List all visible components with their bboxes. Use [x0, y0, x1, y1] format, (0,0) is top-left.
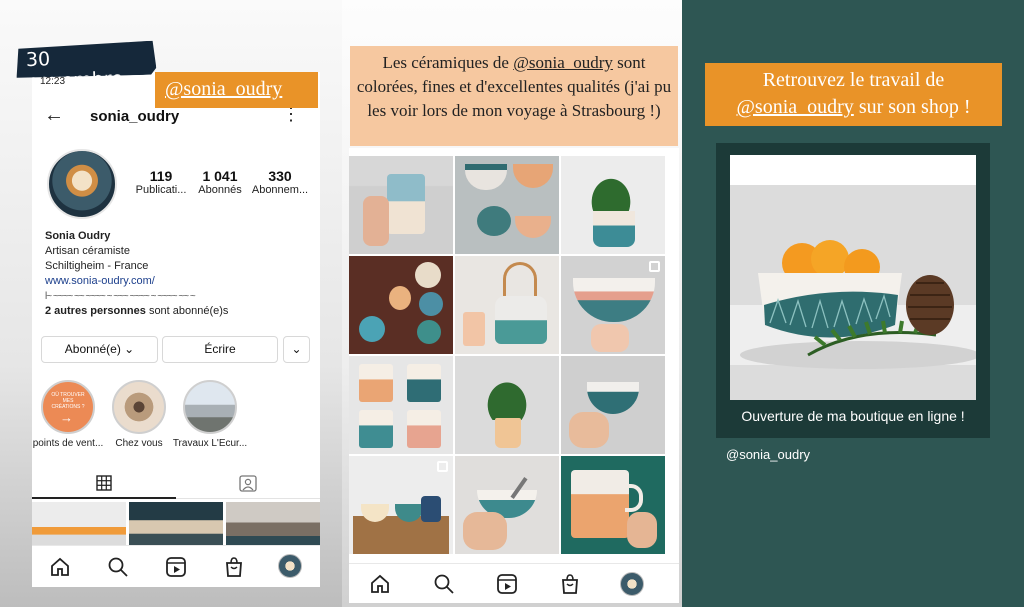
shop-handle[interactable]: @sonia_oudry — [726, 447, 810, 462]
stat-following-label: Abonnem... — [251, 184, 309, 196]
highlight-label-2: Chez vous — [115, 438, 163, 449]
profile-bio: Sonia Oudry Artisan céramiste Schiltighe… — [45, 229, 280, 299]
highlight-label-1: points de vent... — [32, 438, 104, 449]
profile-tabs — [32, 467, 320, 499]
photo-3[interactable] — [561, 156, 665, 254]
stat-following[interactable]: 330 Abonnem... — [245, 168, 315, 196]
tagged-icon[interactable] — [239, 475, 257, 492]
highlight-inner-text: OÙ TROUVER MES CRÉATIONS ? — [51, 392, 85, 410]
shop-post-image — [730, 155, 980, 400]
mention-sticker-left[interactable]: @sonia_oudry — [155, 72, 318, 108]
photo-1[interactable] — [349, 156, 453, 254]
thumbnail-2[interactable] — [129, 502, 223, 547]
more-options-button[interactable]: ⌄ — [283, 336, 310, 363]
photo-12[interactable] — [561, 456, 665, 554]
status-time: 12:23 — [40, 76, 66, 87]
search-icon[interactable] — [433, 573, 455, 595]
highlight-travaux[interactable] — [183, 380, 237, 434]
caption-mention[interactable]: @sonia_oudry — [513, 53, 613, 72]
headline-mention[interactable]: @sonia_oudry — [737, 96, 854, 118]
photo-9[interactable] — [561, 356, 665, 454]
reels-icon[interactable] — [496, 573, 518, 595]
photo-11[interactable] — [455, 456, 559, 554]
followed-count: 2 autres personnes — [45, 305, 146, 317]
bio-name: Sonia Oudry — [45, 230, 111, 242]
shop-icon[interactable] — [559, 573, 581, 595]
arrow-right-icon: → — [60, 410, 73, 425]
bio-location: Schiltigheim - France — [45, 260, 149, 272]
caption-pre: Les céramiques de — [382, 53, 509, 72]
bowl-with-oranges-photo — [730, 185, 980, 400]
followed-by[interactable]: 2 autres personnes sont abonné(e)s — [45, 305, 228, 317]
bio-link[interactable]: www.sonia-oudry.com/ — [45, 274, 280, 289]
highlight-label-3: Travaux L'Ecur... — [172, 438, 248, 449]
photo-8[interactable] — [455, 356, 559, 454]
home-icon[interactable] — [49, 556, 71, 578]
photo-7[interactable] — [349, 356, 453, 454]
photo-grid-screenshot — [349, 148, 679, 603]
thumbnail-3[interactable] — [226, 502, 320, 547]
bio-scribbled-line: l~ ~~~~ ~~ ~~~~ ~ ~~~ ~~~~ ~ ~~~~ ~~ ~ — [45, 291, 196, 299]
home-icon[interactable] — [369, 573, 391, 595]
headline-pre: Retrouvez le travail de — [762, 69, 945, 91]
shop-caption: Ouverture de ma boutique en ligne ! — [741, 408, 965, 424]
middle-caption: Les céramiques de @sonia_oudry sont colo… — [350, 46, 678, 146]
follow-button[interactable]: Abonné(e) ⌄ — [41, 336, 158, 363]
active-tab-indicator — [32, 497, 176, 499]
profile-username: sonia_oudry — [90, 108, 180, 125]
profile-avatar-nav[interactable] — [278, 554, 302, 578]
photo-2[interactable] — [455, 156, 559, 254]
followed-suffix: sont abonné(e)s — [148, 305, 229, 317]
reels-icon[interactable] — [165, 556, 187, 578]
bio-role: Artisan céramiste — [45, 245, 130, 257]
photo-5[interactable] — [455, 256, 559, 354]
bottom-nav-middle — [349, 563, 679, 603]
right-headline: Retrouvez le travail de @sonia_oudry sur… — [705, 63, 1002, 126]
back-arrow-icon[interactable]: ← — [44, 104, 64, 127]
shop-post-card[interactable]: Ouverture de ma boutique en ligne ! — [716, 143, 990, 438]
photo-6[interactable] — [561, 256, 665, 354]
message-button[interactable]: Écrire — [162, 336, 278, 363]
bottom-nav — [32, 545, 320, 587]
grid-icon[interactable] — [96, 475, 112, 491]
profile-avatar-nav[interactable] — [620, 572, 644, 596]
photo-10[interactable] — [349, 456, 453, 554]
profile-screenshot: 12:23 ← sonia_oudry ⋮ 119 Publicati... 1… — [32, 72, 320, 587]
multi-photo-icon — [649, 261, 660, 272]
headline-post: sur son shop ! — [858, 96, 971, 118]
search-icon[interactable] — [107, 556, 129, 578]
thumbnail-1[interactable] — [32, 502, 126, 547]
stat-following-num: 330 — [268, 168, 292, 184]
shop-icon[interactable] — [223, 556, 245, 578]
photo-grid — [349, 156, 679, 568]
highlight-chez-vous[interactable] — [112, 380, 166, 434]
profile-avatar[interactable] — [47, 149, 117, 219]
profile-thumbnails — [32, 502, 320, 547]
highlight-points-de-vente[interactable]: OÙ TROUVER MES CRÉATIONS ? → — [41, 380, 95, 434]
multi-photo-icon — [437, 461, 448, 472]
photo-4[interactable] — [349, 256, 453, 354]
